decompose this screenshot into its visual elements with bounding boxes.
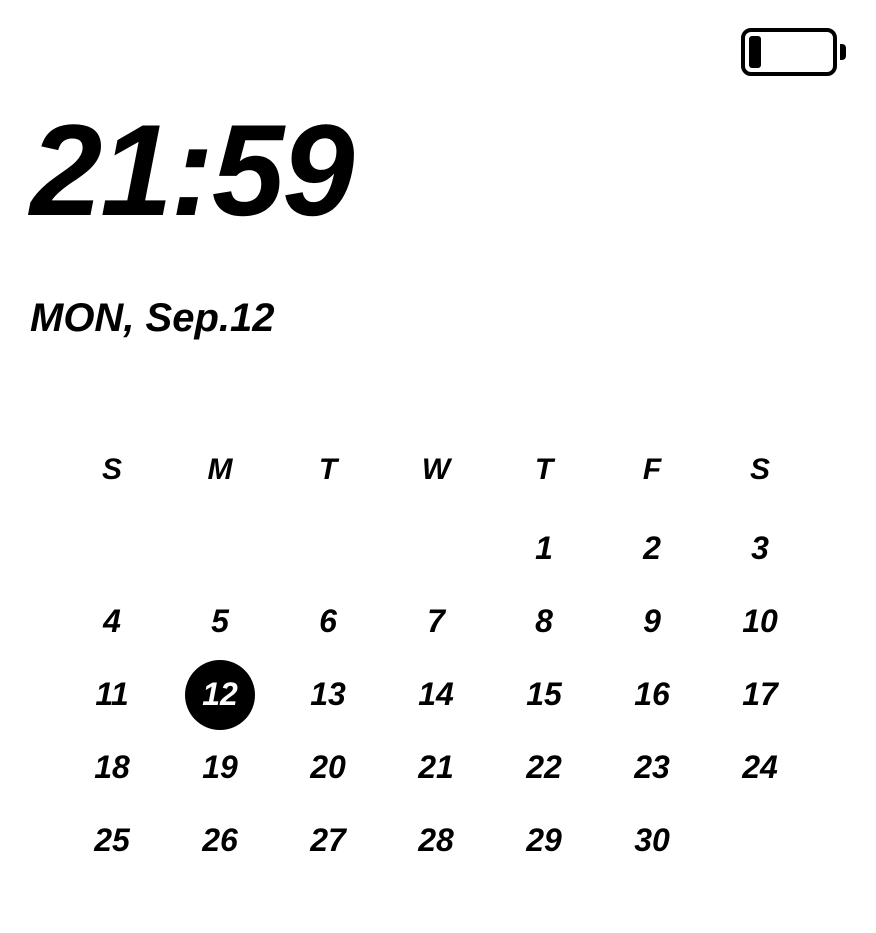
- calendar-day[interactable]: 23: [598, 749, 706, 786]
- calendar-day[interactable]: 26: [166, 822, 274, 859]
- calendar-day[interactable]: 24: [706, 749, 814, 786]
- calendar-day[interactable]: 27: [274, 822, 382, 859]
- calendar-day[interactable]: 18: [58, 749, 166, 786]
- calendar-day[interactable]: 6: [274, 603, 382, 640]
- calendar-day[interactable]: 4: [58, 603, 166, 640]
- calendar-day[interactable]: 10: [706, 603, 814, 640]
- calendar-day[interactable]: 17: [706, 676, 814, 713]
- calendar-day[interactable]: 20: [274, 749, 382, 786]
- calendar-day[interactable]: 7: [382, 603, 490, 640]
- calendar-day[interactable]: 1: [490, 530, 598, 567]
- calendar-day-today[interactable]: 12: [166, 676, 274, 713]
- calendar-day[interactable]: 29: [490, 822, 598, 859]
- calendar-week-3: 11 12 13 14 15 16 17: [58, 658, 818, 731]
- weekday-wed: W: [382, 453, 490, 487]
- calendar: S M T W T F S 1 2 3 4 5 6 7 8 9 10 11 12…: [58, 440, 818, 877]
- calendar-day[interactable]: 3: [706, 530, 814, 567]
- calendar-day[interactable]: 25: [58, 822, 166, 859]
- calendar-week-2: 4 5 6 7 8 9 10: [58, 585, 818, 658]
- weekday-fri: F: [598, 453, 706, 487]
- calendar-day[interactable]: 21: [382, 749, 490, 786]
- calendar-day[interactable]: 19: [166, 749, 274, 786]
- calendar-week-5: 25 26 27 28 29 30: [58, 804, 818, 877]
- calendar-day[interactable]: 2: [598, 530, 706, 567]
- weekday-mon: M: [166, 453, 274, 487]
- calendar-day[interactable]: 28: [382, 822, 490, 859]
- calendar-week-1: 1 2 3: [58, 512, 818, 585]
- calendar-day[interactable]: 9: [598, 603, 706, 640]
- calendar-day[interactable]: 13: [274, 676, 382, 713]
- battery-icon: [741, 28, 846, 80]
- calendar-day[interactable]: 14: [382, 676, 490, 713]
- clock-time: 21:59: [30, 105, 353, 235]
- calendar-weekday-row: S M T W T F S: [58, 440, 818, 500]
- calendar-day[interactable]: 5: [166, 603, 274, 640]
- calendar-day[interactable]: 16: [598, 676, 706, 713]
- calendar-day[interactable]: 22: [490, 749, 598, 786]
- calendar-day[interactable]: 30: [598, 822, 706, 859]
- calendar-day[interactable]: 8: [490, 603, 598, 640]
- clock-date: MON, Sep.12: [30, 298, 275, 338]
- weekday-thu: T: [490, 453, 598, 487]
- calendar-day[interactable]: 11: [58, 676, 166, 713]
- weekday-tue: T: [274, 453, 382, 487]
- calendar-week-4: 18 19 20 21 22 23 24: [58, 731, 818, 804]
- weekday-sat: S: [706, 453, 814, 487]
- calendar-day[interactable]: 15: [490, 676, 598, 713]
- weekday-sun: S: [58, 453, 166, 487]
